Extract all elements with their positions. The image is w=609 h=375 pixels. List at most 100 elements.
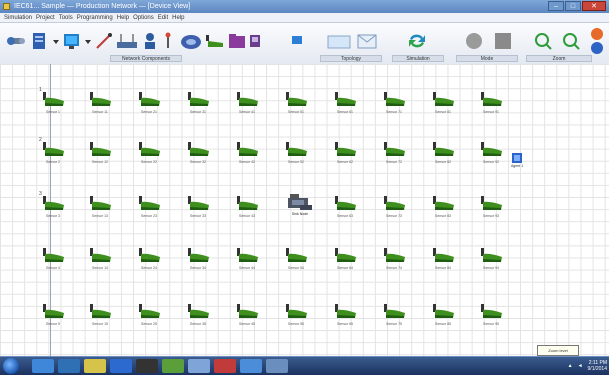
sensor-node[interactable]: Sensor 55 xyxy=(279,302,313,332)
sensor-node[interactable]: Sensor 63 xyxy=(328,194,362,224)
sensor-node[interactable]: Sensor 52 xyxy=(279,140,313,170)
stop-icon[interactable] xyxy=(493,32,513,50)
menu-item[interactable]: Simulation xyxy=(4,13,32,22)
sensor-node[interactable]: Sensor 65 xyxy=(328,302,362,332)
record-icon[interactable] xyxy=(464,32,484,50)
sensor-node[interactable]: Sensor 81 xyxy=(426,90,460,120)
menu-item[interactable]: Help xyxy=(117,13,129,22)
sensor-node[interactable]: Sensor 91 xyxy=(474,90,508,120)
menu-item[interactable]: Edit xyxy=(158,13,168,22)
maximize-button[interactable]: □ xyxy=(565,1,581,11)
help-icon[interactable] xyxy=(588,26,606,56)
sensor-node[interactable]: Sensor 72 xyxy=(377,140,411,170)
monitor-small-icon[interactable] xyxy=(290,32,304,50)
folder-icon[interactable] xyxy=(228,32,246,50)
taskbar-media-icon[interactable] xyxy=(136,359,158,373)
tray-volume-icon[interactable]: ◄ xyxy=(578,363,583,369)
network-canvas[interactable]: 1 Sensor 1 Sensor 11 Sensor 21 Sensor 31 Sens… xyxy=(0,64,609,356)
sensor-node[interactable]: Sensor 25 xyxy=(132,302,166,332)
sensor-node[interactable]: Sensor 64 xyxy=(328,246,362,276)
sensor-node[interactable]: Sensor 73 xyxy=(377,194,411,224)
sensor-node[interactable]: Sensor 94 xyxy=(474,246,508,276)
taskbar-folder-icon[interactable] xyxy=(84,359,106,373)
sensor-node[interactable]: Sensor 75 xyxy=(377,302,411,332)
sensor-node[interactable]: Sensor 93 xyxy=(474,194,508,224)
sensor-node[interactable]: Sensor 92 xyxy=(474,140,508,170)
sensor-node[interactable]: Sensor 31 xyxy=(181,90,215,120)
sensor-node[interactable]: Sensor 14 xyxy=(83,246,117,276)
sensor-node[interactable]: Sensor 51 xyxy=(279,90,313,120)
menu-item[interactable]: Options xyxy=(133,13,154,22)
sensor-node[interactable]: Sensor 41 xyxy=(230,90,264,120)
sensor-node[interactable]: Sensor 83 xyxy=(426,194,460,224)
agent-node[interactable]: Agent 1 xyxy=(510,151,524,173)
sensor-node[interactable]: Sensor 61 xyxy=(328,90,362,120)
tray-network-icon[interactable]: ▲ xyxy=(568,363,573,369)
router-icon[interactable] xyxy=(116,32,138,50)
sensor-node[interactable]: Sensor 21 xyxy=(132,90,166,120)
menu-item[interactable]: Programming xyxy=(77,13,113,22)
envelope-icon[interactable] xyxy=(356,32,378,50)
taskbar-ie-icon[interactable] xyxy=(32,359,54,373)
sensor-node[interactable]: Sensor 42 xyxy=(230,140,264,170)
link-tool-icon[interactable] xyxy=(94,32,114,50)
menu-item[interactable]: Tools xyxy=(59,13,73,22)
sensor-node[interactable]: Sensor 5 xyxy=(36,302,70,332)
dropdown-icon[interactable] xyxy=(84,32,92,50)
server-icon[interactable] xyxy=(30,32,50,50)
refresh-icon[interactable] xyxy=(406,32,428,50)
sensor-node[interactable]: Sensor 45 xyxy=(230,302,264,332)
sensor-node[interactable]: Sensor 43 xyxy=(230,194,264,224)
taskbar-active-app-icon[interactable] xyxy=(266,359,288,373)
dropdown-icon[interactable] xyxy=(52,32,60,50)
sensor-node[interactable]: Sensor 15 xyxy=(83,302,117,332)
sensor-node[interactable]: Sensor 1 xyxy=(36,90,70,120)
sensor-node[interactable]: Sensor 12 xyxy=(83,140,117,170)
sensor-node[interactable]: Sensor 84 xyxy=(426,246,460,276)
taskbar-app-icon[interactable] xyxy=(162,359,184,373)
sensor-node[interactable]: Sensor 44 xyxy=(230,246,264,276)
wrench-icon[interactable] xyxy=(6,32,26,50)
computer-icon[interactable] xyxy=(62,32,82,50)
sink-node[interactable]: Sink Node xyxy=(286,192,314,220)
clock-date: 9/1/2014 xyxy=(587,366,607,372)
sensor-node[interactable]: Sensor 54 xyxy=(279,246,313,276)
menu-item[interactable]: Project xyxy=(36,13,55,22)
sensor-tool-icon[interactable] xyxy=(205,32,225,50)
sensor-node[interactable]: Sensor 11 xyxy=(83,90,117,120)
clock[interactable]: 2:11 PM 9/1/2014 xyxy=(588,360,607,372)
sensor-node[interactable]: Sensor 71 xyxy=(377,90,411,120)
sensor-node[interactable]: Sensor 33 xyxy=(181,194,215,224)
phone-icon[interactable] xyxy=(248,32,262,50)
sensor-node[interactable]: Sensor 35 xyxy=(181,302,215,332)
topology-screen-icon[interactable] xyxy=(326,32,352,50)
sensor-node[interactable]: Sensor 85 xyxy=(426,302,460,332)
sensor-node[interactable]: Sensor 22 xyxy=(132,140,166,170)
sensor-node[interactable]: Sensor 32 xyxy=(181,140,215,170)
sensor-node[interactable]: Sensor 34 xyxy=(181,246,215,276)
menu-item[interactable]: Help xyxy=(172,13,184,22)
user-icon[interactable] xyxy=(141,32,159,50)
taskbar-app-icon[interactable] xyxy=(188,359,210,373)
close-button[interactable]: ✕ xyxy=(582,1,606,11)
minimize-button[interactable]: – xyxy=(548,1,564,11)
zoom-in-icon[interactable] xyxy=(534,32,552,50)
sensor-node[interactable]: Sensor 4 xyxy=(36,246,70,276)
sensor-node[interactable]: Sensor 2 xyxy=(36,140,70,170)
antenna-icon[interactable] xyxy=(160,32,176,50)
taskbar-app-icon[interactable] xyxy=(240,359,262,373)
sensor-node[interactable]: Sensor 3 xyxy=(36,194,70,224)
sensor-node[interactable]: Sensor 95 xyxy=(474,302,508,332)
taskbar-pdf-icon[interactable] xyxy=(214,359,236,373)
sensor-node[interactable]: Sensor 13 xyxy=(83,194,117,224)
zoom-out-icon[interactable] xyxy=(562,32,580,50)
sensor-node[interactable]: Sensor 62 xyxy=(328,140,362,170)
sensor-node[interactable]: Sensor 74 xyxy=(377,246,411,276)
sensor-node[interactable]: Sensor 82 xyxy=(426,140,460,170)
start-button[interactable] xyxy=(3,358,19,374)
taskbar-explorer-icon[interactable] xyxy=(58,359,80,373)
cloud-icon[interactable] xyxy=(180,32,202,50)
sensor-node[interactable]: Sensor 24 xyxy=(132,246,166,276)
taskbar-word-icon[interactable] xyxy=(110,359,132,373)
sensor-node[interactable]: Sensor 23 xyxy=(132,194,166,224)
